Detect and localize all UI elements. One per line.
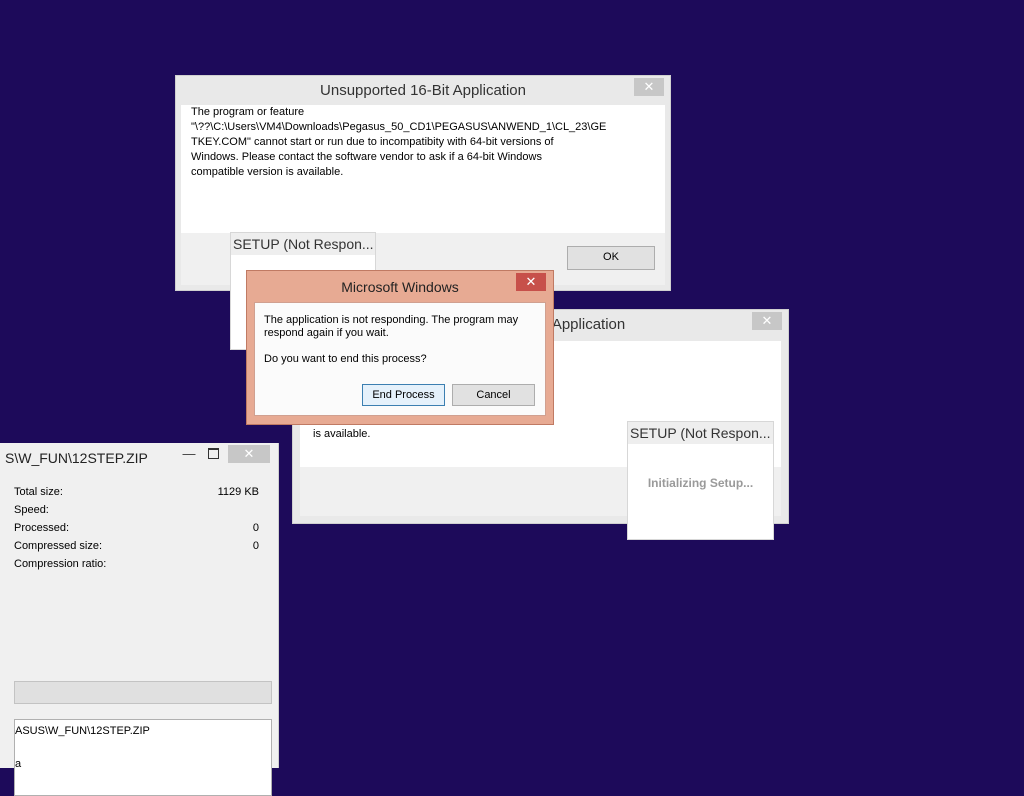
status-text: Initializing Setup... bbox=[647, 476, 754, 490]
stat-row: Compressed size: 0 bbox=[14, 540, 259, 558]
stat-label: Processed: bbox=[14, 522, 70, 534]
file-log: ASUS\W_FUN\12STEP.ZIP a bbox=[14, 719, 272, 796]
stat-row: Speed: bbox=[14, 504, 259, 522]
dialog-message: The application is not responding. The p… bbox=[264, 314, 519, 339]
stat-label: Compressed size: bbox=[14, 540, 103, 552]
dialog-title: Microsoft Windows bbox=[341, 279, 459, 295]
stat-label: Speed: bbox=[14, 504, 49, 516]
close-icon: ✕ bbox=[761, 313, 773, 328]
minimize-icon[interactable]: — bbox=[182, 446, 196, 461]
stat-row: Compression ratio: bbox=[14, 558, 259, 576]
stat-label: Total size: bbox=[14, 486, 63, 498]
close-icon: ✕ bbox=[525, 274, 537, 289]
stat-row: Total size: 1129 KB bbox=[14, 486, 259, 504]
close-button[interactable]: ✕ bbox=[516, 273, 546, 291]
window-title: SETUP (Not Respon... bbox=[628, 422, 773, 444]
ok-button[interactable]: OK bbox=[567, 246, 655, 270]
close-button[interactable]: ✕ bbox=[752, 312, 782, 330]
not-responding-dialog[interactable]: Microsoft Windows ✕ The application is n… bbox=[246, 270, 554, 425]
progress-bar bbox=[14, 681, 272, 704]
setup-window-initializing[interactable]: SETUP (Not Respon... Initializing Setup.… bbox=[627, 421, 774, 540]
dialog-title: Unsupported 16-Bit Application bbox=[320, 82, 526, 99]
dialog-message: The program or feature "\??\C:\Users\VM4… bbox=[191, 106, 607, 178]
close-icon: ✕ bbox=[243, 446, 255, 461]
stat-row: Processed: 0 bbox=[14, 522, 259, 540]
window-title: S\W_FUN\12STEP.ZIP bbox=[5, 450, 148, 466]
stat-value: 0 bbox=[252, 522, 259, 534]
dialog-question: Do you want to end this process? bbox=[264, 353, 427, 365]
close-icon: ✕ bbox=[643, 79, 655, 94]
stats-panel: Total size: 1129 KB Speed: Processed: 0 Co… bbox=[14, 486, 272, 796]
stat-value: 1129 KB bbox=[217, 486, 259, 498]
window-title: SETUP (Not Respon... bbox=[231, 233, 375, 255]
log-line: a bbox=[15, 758, 22, 770]
maximize-icon[interactable] bbox=[208, 448, 219, 459]
stat-label: Compression ratio: bbox=[14, 558, 107, 570]
stat-value: 0 bbox=[252, 540, 259, 552]
end-process-button[interactable]: End Process bbox=[362, 384, 445, 406]
cancel-button[interactable]: Cancel bbox=[452, 384, 535, 406]
close-button[interactable]: ✕ bbox=[634, 78, 664, 96]
close-button[interactable]: ✕ bbox=[228, 445, 270, 463]
archive-progress-window[interactable]: S\W_FUN\12STEP.ZIP — ✕ Total size: 1129 K… bbox=[0, 443, 279, 796]
log-line: ASUS\W_FUN\12STEP.ZIP bbox=[15, 725, 150, 737]
